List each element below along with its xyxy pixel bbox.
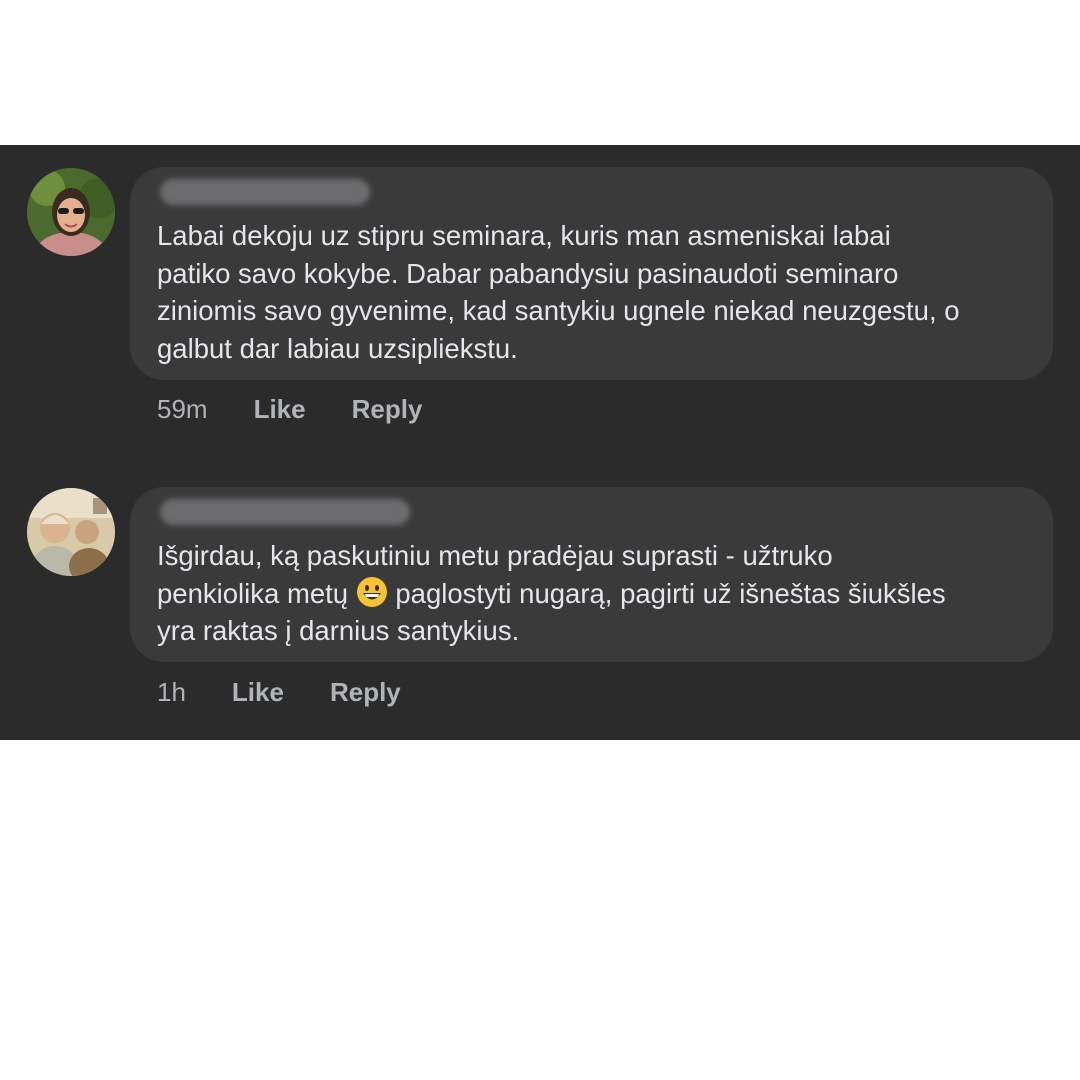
like-button[interactable]: Like: [254, 394, 306, 425]
timestamp: 1h: [157, 676, 186, 707]
comment-bubble: Išgirdau, ką paskutiniu metu pradėjau su…: [130, 487, 1053, 662]
avatar-photo: [27, 168, 115, 256]
comment-actions: 59m Like Reply: [157, 389, 468, 429]
reply-button[interactable]: Reply: [330, 677, 401, 708]
comments-panel: Labai dekoju uz stipru seminara, kuris m…: [0, 145, 1080, 740]
avatar[interactable]: [27, 168, 115, 256]
comment-actions: 1h Like Reply: [157, 672, 447, 712]
comment-bubble: Labai dekoju uz stipru seminara, kuris m…: [130, 167, 1053, 380]
author-name-redacted: [160, 499, 410, 525]
like-button[interactable]: Like: [232, 677, 284, 708]
avatar-photo: [27, 488, 115, 576]
grinning-face-emoji: [356, 576, 387, 607]
reply-button[interactable]: Reply: [352, 394, 423, 425]
avatar[interactable]: [27, 488, 115, 576]
comment-text: Išgirdau, ką paskutiniu metu pradėjau su…: [157, 537, 1023, 650]
comment-text: Labai dekoju uz stipru seminara, kuris m…: [157, 220, 960, 364]
timestamp: 59m: [157, 393, 208, 424]
author-name-redacted: [160, 179, 370, 205]
